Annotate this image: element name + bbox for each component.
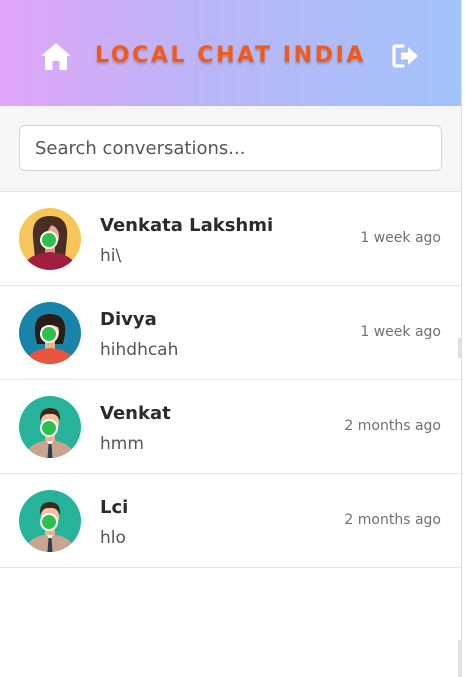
conversation-item[interactable]: Venkata Lakshmi hi\ 1 week ago (0, 192, 461, 286)
conversation-list: Venkata Lakshmi hi\ 1 week ago Divya hih… (0, 192, 461, 568)
scrollbar-track[interactable] (458, 338, 461, 358)
chat-app: LOCAL CHAT INDIA Search conversations...… (0, 0, 462, 677)
conversation-time: 1 week ago (360, 324, 441, 340)
conversation-last-message: hihdhcah (100, 340, 179, 360)
conversation-last-message: hlo (100, 528, 126, 548)
conversation-name: Divya (100, 309, 157, 330)
scrollbar-track[interactable] (458, 640, 461, 677)
conversation-item[interactable]: Lci hlo 2 months ago (0, 474, 461, 568)
logout-button[interactable] (392, 43, 420, 69)
conversation-name: Lci (100, 497, 129, 518)
search-input[interactable] (19, 125, 442, 171)
conversation-time: 2 months ago (344, 512, 441, 528)
conversation-time: 1 week ago (360, 230, 441, 246)
search-bar (0, 106, 461, 192)
conversation-name: Venkata Lakshmi (100, 215, 274, 236)
conversation-item[interactable]: Venkat hmm 2 months ago (0, 380, 461, 474)
online-status-dot (40, 513, 58, 531)
conversation-time: 2 months ago (344, 418, 441, 434)
logout-icon (392, 44, 418, 68)
conversation-last-message: hmm (100, 434, 144, 454)
online-status-dot (40, 231, 58, 249)
conversation-name: Venkat (100, 403, 171, 424)
conversation-item[interactable]: Divya hihdhcah 1 week ago (0, 286, 461, 380)
conversation-last-message: hi\ (100, 246, 122, 266)
online-status-dot (40, 325, 58, 343)
app-header: LOCAL CHAT INDIA (0, 0, 461, 106)
online-status-dot (40, 419, 58, 437)
